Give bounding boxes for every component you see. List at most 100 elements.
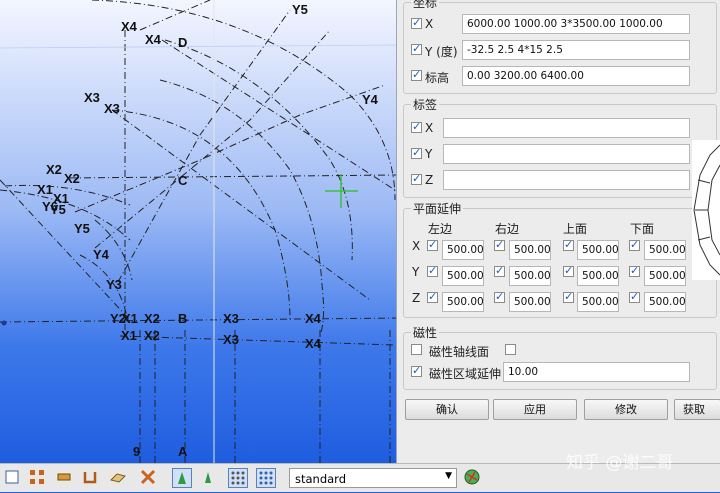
tag-y-label: Y — [425, 147, 433, 161]
magnet-axis-checkbox[interactable] — [411, 344, 422, 355]
axis-label: B — [178, 311, 188, 326]
ok-button[interactable]: 确认 — [405, 399, 489, 420]
channel-icon[interactable] — [80, 468, 100, 488]
plate-icon[interactable] — [108, 468, 128, 488]
coord-y-input[interactable]: -32.5 2.5 4*15 2.5 — [462, 40, 690, 60]
axis-properties-dialog: 坐标 X 6000.00 1000.00 3*3500.00 1000.00 Y… — [396, 0, 720, 463]
extend-z-bottom-input[interactable]: 500.00 — [644, 292, 686, 312]
view-filter-value: standard — [295, 472, 347, 486]
coord-elev-checkbox[interactable] — [411, 68, 422, 81]
point-icon[interactable] — [172, 468, 192, 488]
extend-x-right-input[interactable]: 500.00 — [509, 240, 551, 260]
tag-y-input[interactable] — [443, 144, 690, 164]
axis-label: Y4 — [362, 92, 378, 107]
grid-drawing — [0, 0, 400, 463]
chevron-down-icon: ▼ — [445, 471, 452, 481]
axis-label: X3 — [84, 90, 100, 105]
axis-label: X3 — [223, 332, 239, 347]
watermark: 知乎 @谢二哥 — [566, 453, 674, 473]
apply-button[interactable]: 应用 — [493, 399, 577, 420]
coord-y-label: Y (度) — [425, 45, 458, 59]
extend-group-title: 平面延伸 — [411, 200, 464, 217]
extend-x-top-input[interactable]: 500.00 — [577, 240, 619, 260]
coord-elev-input[interactable]: 0.00 3200.00 6400.00 — [462, 66, 690, 86]
extend-x-top-checkbox[interactable] — [563, 238, 574, 251]
grid-dots2-icon[interactable] — [256, 468, 276, 488]
tag-x-input[interactable] — [443, 118, 690, 138]
extend-z-top-input[interactable]: 500.00 — [577, 292, 619, 312]
extend-z-right-checkbox[interactable] — [494, 290, 505, 303]
axis-label: X2 — [144, 328, 160, 343]
axis-label: X1 — [121, 328, 137, 343]
extend-y-right-checkbox[interactable] — [494, 264, 505, 277]
axis-label: X4 — [145, 32, 161, 47]
axis-label: Y3 — [106, 277, 122, 292]
magnet-axis-checkbox-2[interactable] — [505, 344, 516, 355]
coord-group-title: 坐标 — [411, 0, 440, 11]
grid-icon[interactable] — [27, 468, 47, 488]
coord-x-input[interactable]: 6000.00 1000.00 3*3500.00 1000.00 — [462, 14, 690, 34]
extend-x-right-checkbox[interactable] — [494, 238, 505, 251]
extend-z-left-input[interactable]: 500.00 — [442, 292, 484, 312]
beam-icon[interactable] — [54, 468, 74, 488]
magnet-zone-checkbox[interactable] — [411, 364, 422, 377]
extend-y-label: Y — [412, 265, 420, 279]
point2-icon[interactable] — [198, 468, 218, 488]
axis-label: C — [178, 173, 188, 188]
select-icon[interactable] — [2, 468, 22, 488]
extend-y-bottom-input[interactable]: 500.00 — [644, 266, 686, 286]
axis-label: Y4 — [93, 247, 109, 262]
extend-y-top-input[interactable]: 500.00 — [577, 266, 619, 286]
coord-x-label: X — [425, 17, 434, 31]
axis-label: X2 — [46, 162, 62, 177]
axis-label: X3 — [104, 101, 120, 116]
axis-label: X4 — [121, 19, 137, 34]
extend-z-right-input[interactable]: 500.00 — [509, 292, 551, 312]
extend-y-top-checkbox[interactable] — [563, 264, 574, 277]
axis-label: Y5 — [292, 2, 308, 17]
model-view[interactable]: X4 X4 D Y5 X3 X3 Y4 X2 X2 X1 X1 Y6 Y5 C … — [0, 0, 400, 463]
tag-z-label: Z — [425, 173, 434, 187]
extend-x-left-checkbox[interactable] — [427, 238, 438, 251]
axis-label: X4 — [305, 311, 321, 326]
grid-dots-icon[interactable] — [228, 468, 248, 488]
extend-x-left-input[interactable]: 500.00 — [442, 240, 484, 260]
extend-x-bottom-checkbox[interactable] — [629, 238, 640, 251]
extend-y-left-input[interactable]: 500.00 — [442, 266, 484, 286]
axis-label: X1 — [122, 311, 138, 326]
extend-z-left-checkbox[interactable] — [427, 290, 438, 303]
axis-label: A — [178, 444, 188, 459]
extend-y-left-checkbox[interactable] — [427, 264, 438, 277]
axis-label: Y5 — [74, 221, 90, 236]
axis-label: D — [178, 35, 188, 50]
extend-z-top-checkbox[interactable] — [563, 290, 574, 303]
extend-header-left: 左边 — [428, 222, 453, 236]
extend-header-bottom: 下面 — [630, 222, 655, 236]
magnet-zone-input[interactable]: 10.00 — [503, 362, 690, 382]
tag-z-checkbox[interactable] — [411, 172, 422, 185]
axis-label: X3 — [223, 311, 239, 326]
coord-y-checkbox[interactable] — [411, 42, 422, 55]
globe-icon[interactable] — [462, 468, 482, 488]
modify-button[interactable]: 修改 — [584, 399, 668, 420]
view-filter-select[interactable]: standard ▼ — [289, 468, 457, 488]
magnet-group-title: 磁性 — [411, 324, 440, 341]
extend-x-label: X — [412, 239, 421, 253]
tag-y-checkbox[interactable] — [411, 146, 422, 159]
extend-y-bottom-checkbox[interactable] — [629, 264, 640, 277]
extend-z-label: Z — [412, 291, 421, 305]
magnet-axis-label: 磁性轴线面 — [429, 345, 490, 359]
tools-icon[interactable] — [138, 468, 158, 488]
axis-label: X2 — [64, 171, 80, 186]
extend-header-right: 右边 — [495, 222, 520, 236]
extend-x-bottom-input[interactable]: 500.00 — [644, 240, 686, 260]
get-button[interactable]: 获取 — [674, 399, 720, 420]
extend-y-right-input[interactable]: 500.00 — [509, 266, 551, 286]
extend-z-bottom-checkbox[interactable] — [629, 290, 640, 303]
extend-header-top: 上面 — [563, 222, 588, 236]
coord-x-checkbox[interactable] — [411, 16, 422, 29]
tag-z-input[interactable] — [443, 170, 690, 190]
axis-label: X4 — [305, 336, 321, 351]
tag-x-checkbox[interactable] — [411, 120, 422, 133]
axis-label: X2 — [144, 311, 160, 326]
